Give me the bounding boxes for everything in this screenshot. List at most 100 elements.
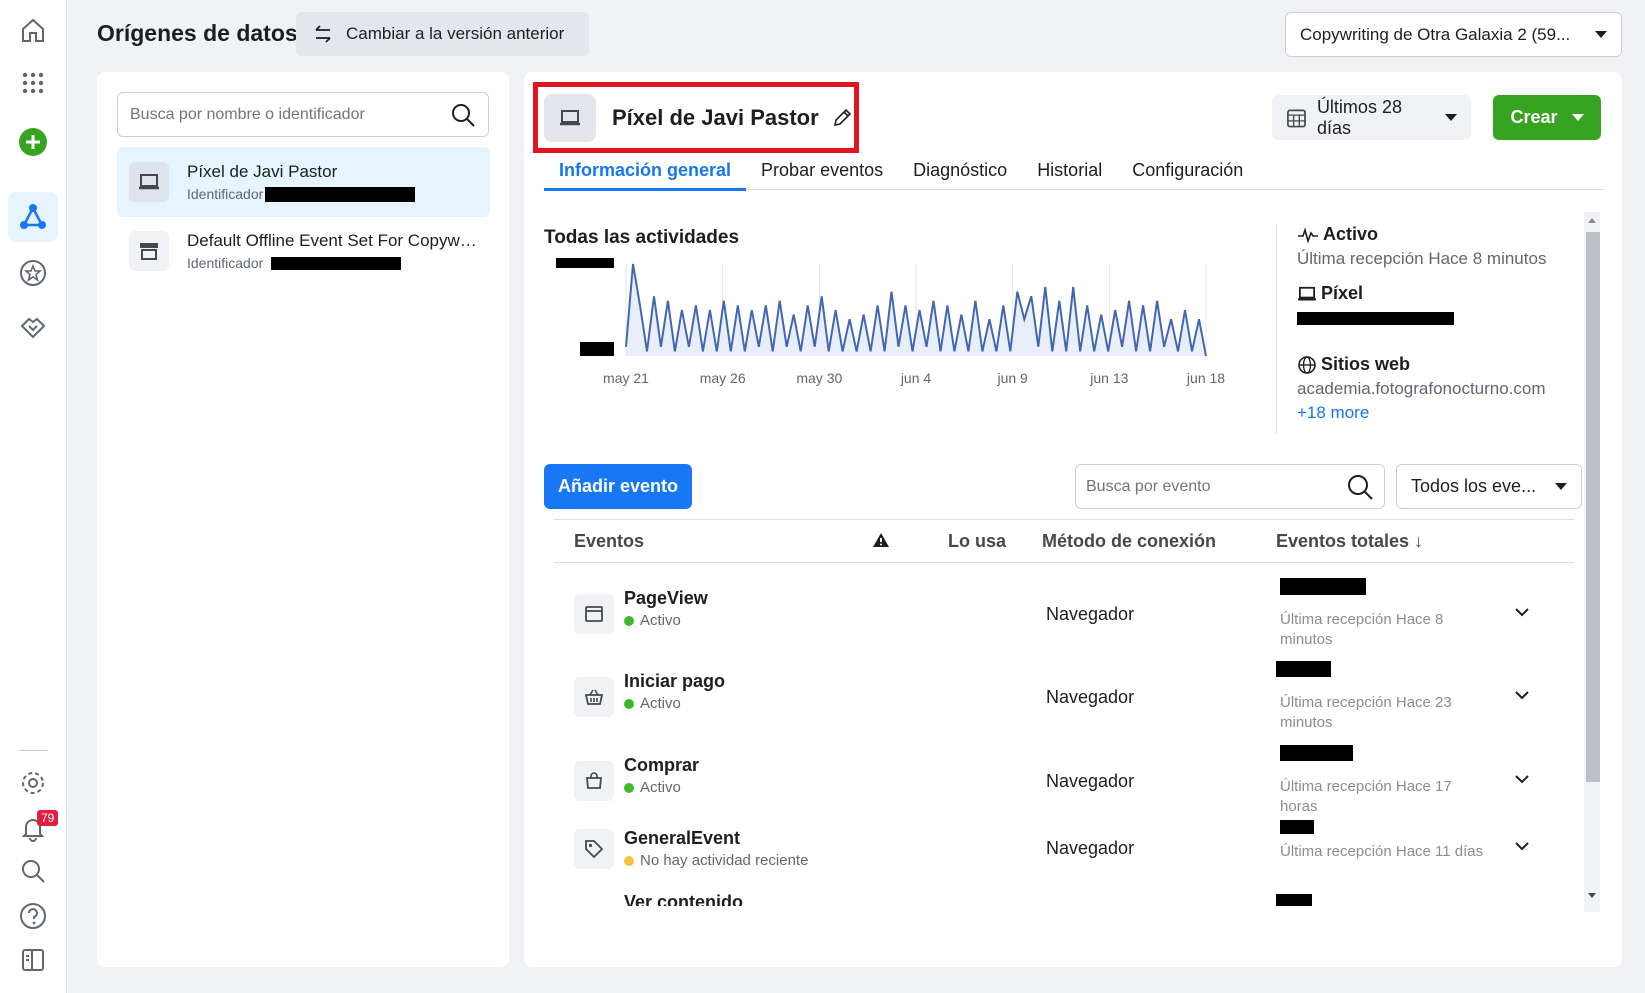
source-item-offline[interactable]: Default Offline Event Set For Copywr... … <box>117 216 490 286</box>
y-tick-redacted-top <box>556 258 614 268</box>
col-uses: Lo usa <box>948 531 1007 551</box>
help-icon[interactable] <box>8 891 58 941</box>
store-icon <box>129 231 169 271</box>
tab-overview[interactable]: Información general <box>544 150 747 191</box>
tab-history[interactable]: Historial <box>1022 150 1117 190</box>
x-tick-label: jun 9 <box>996 370 1028 386</box>
chevron-down-icon[interactable] <box>1514 773 1530 785</box>
event-method: Navegador <box>1046 838 1135 858</box>
x-tick-label: may 30 <box>796 370 842 386</box>
source-id-label: Identificador <box>187 186 264 202</box>
browser-window-icon <box>574 594 614 634</box>
scroll-up-arrow-icon[interactable] <box>1587 216 1597 224</box>
event-filter-select[interactable]: Todos los eve... <box>1396 464 1582 509</box>
account-name: Copywriting de Otra Galaxia 2 (59... <box>1300 24 1571 44</box>
scroll-down-arrow-icon[interactable] <box>1587 892 1597 900</box>
event-last-received: Última recepción Hace 8 minutos <box>1280 611 1444 648</box>
search-icon <box>1348 474 1373 500</box>
notification-count-badge: 79 <box>37 810 59 826</box>
status-last-received: Última recepción Hace 8 minutos <box>1297 249 1547 268</box>
status-dot <box>624 698 634 709</box>
event-status: Activo <box>640 612 681 629</box>
more-websites-link[interactable]: +18 more <box>1297 403 1566 423</box>
data-sources-icon[interactable] <box>8 192 58 242</box>
activity-line-chart: may 21 may 26 may 30 jun 4 jun 9 jun 13 jun 18 <box>556 258 1225 386</box>
handshake-icon[interactable] <box>8 302 58 352</box>
redacted-id <box>271 256 402 270</box>
switch-version-button[interactable]: Cambiar a la versión anterior <box>296 12 589 56</box>
pixel-status-summary: Activo Última recepción Hace 8 minutos P… <box>1276 224 1566 434</box>
star-icon[interactable] <box>8 248 58 298</box>
dropdown-caret-icon <box>1595 31 1607 38</box>
redacted-total <box>1276 894 1312 906</box>
x-tick-label: may 26 <box>700 370 746 386</box>
dropdown-caret-icon <box>1571 114 1584 121</box>
event-search[interactable] <box>1075 464 1385 509</box>
status-dot <box>624 782 634 793</box>
chevron-down-icon[interactable] <box>1514 840 1530 852</box>
tag-icon <box>574 829 614 869</box>
left-nav-rail: 79 <box>0 0 67 993</box>
table-row[interactable]: Iniciar pago Activo Navegador Última rec… <box>554 661 1574 741</box>
x-tick-label: jun 4 <box>900 370 932 386</box>
create-plus-icon[interactable] <box>8 117 58 167</box>
dropdown-caret-icon <box>1555 483 1567 490</box>
event-filter-label: Todos los eve... <box>1411 476 1537 496</box>
settings-gear-icon[interactable] <box>8 758 58 808</box>
table-row[interactable]: PageView Activo Navegador Última recepci… <box>554 578 1574 658</box>
tab-test-events[interactable]: Probar eventos <box>746 150 898 190</box>
status-dot <box>624 855 634 866</box>
col-total[interactable]: Eventos totales ↓ <box>1276 531 1423 552</box>
laptop-icon <box>544 93 596 142</box>
create-label: Crear <box>1510 107 1558 127</box>
calendar-icon <box>1287 109 1306 127</box>
dropdown-caret-icon <box>1445 114 1457 121</box>
warning-icon <box>873 533 889 547</box>
source-name: Píxel de Javi Pastor <box>187 162 338 181</box>
add-event-button[interactable]: Añadir evento <box>544 464 692 509</box>
sources-search[interactable] <box>117 92 489 137</box>
table-fade <box>524 906 1622 967</box>
date-range-selector[interactable]: Últimos 28 días <box>1272 95 1471 140</box>
date-range-label: Últimos 28 días <box>1316 96 1402 138</box>
table-row[interactable]: Comprar Activo Navegador Última recepció… <box>554 745 1574 825</box>
source-item-pixel[interactable]: Píxel de Javi Pastor Identificador <box>117 147 490 217</box>
search-icon[interactable] <box>8 846 58 896</box>
scroll-thumb[interactable] <box>1586 232 1600 782</box>
redacted-total <box>1280 745 1353 761</box>
swap-arrows-icon <box>315 25 331 43</box>
redacted-total <box>1280 578 1366 595</box>
events-table-header: Eventos Lo usa Método de conexión Evento… <box>554 519 1574 563</box>
redacted-id <box>265 186 416 202</box>
create-button[interactable]: Crear <box>1493 95 1601 140</box>
websites-label: Sitios web <box>1321 354 1411 374</box>
event-name: Ver contenido <box>624 892 744 906</box>
account-selector[interactable]: Copywriting de Otra Galaxia 2 (59... <box>1285 12 1622 57</box>
tab-settings[interactable]: Configuración <box>1117 150 1258 190</box>
edit-pencil-icon[interactable] <box>831 107 853 129</box>
sources-panel: Píxel de Javi Pastor Identificador Defau… <box>97 72 509 967</box>
scrollbar[interactable] <box>1584 212 1600 912</box>
redacted-total <box>1280 820 1314 834</box>
website-url: academia.fotografonocturno.com <box>1297 379 1546 398</box>
table-row[interactable]: Ver contenido <box>554 888 1574 906</box>
page-title: Orígenes de datos <box>97 20 298 46</box>
event-method: Navegador <box>1046 604 1135 624</box>
sidebar-toggle-icon[interactable] <box>8 935 58 985</box>
event-status: Activo <box>640 695 681 712</box>
rail-divider <box>18 750 48 751</box>
pixel-name: Píxel de Javi Pastor <box>612 104 819 130</box>
pixel-label: Píxel <box>1321 283 1364 303</box>
redacted-pixel-id <box>1297 312 1454 325</box>
chevron-down-icon[interactable] <box>1514 606 1530 618</box>
event-last-received: Última recepción Hace 23 minutos <box>1280 694 1452 731</box>
event-search-input[interactable] <box>1086 477 1326 496</box>
event-method: Navegador <box>1046 687 1135 707</box>
tab-diagnostics[interactable]: Diagnóstico <box>898 150 1022 190</box>
col-events: Eventos <box>574 531 645 551</box>
home-icon[interactable] <box>8 5 58 55</box>
chevron-down-icon[interactable] <box>1514 689 1530 701</box>
sources-search-input[interactable] <box>130 105 430 124</box>
event-last-received: Última recepción Hace 17 horas <box>1280 778 1452 815</box>
apps-grid-icon[interactable] <box>8 58 58 108</box>
